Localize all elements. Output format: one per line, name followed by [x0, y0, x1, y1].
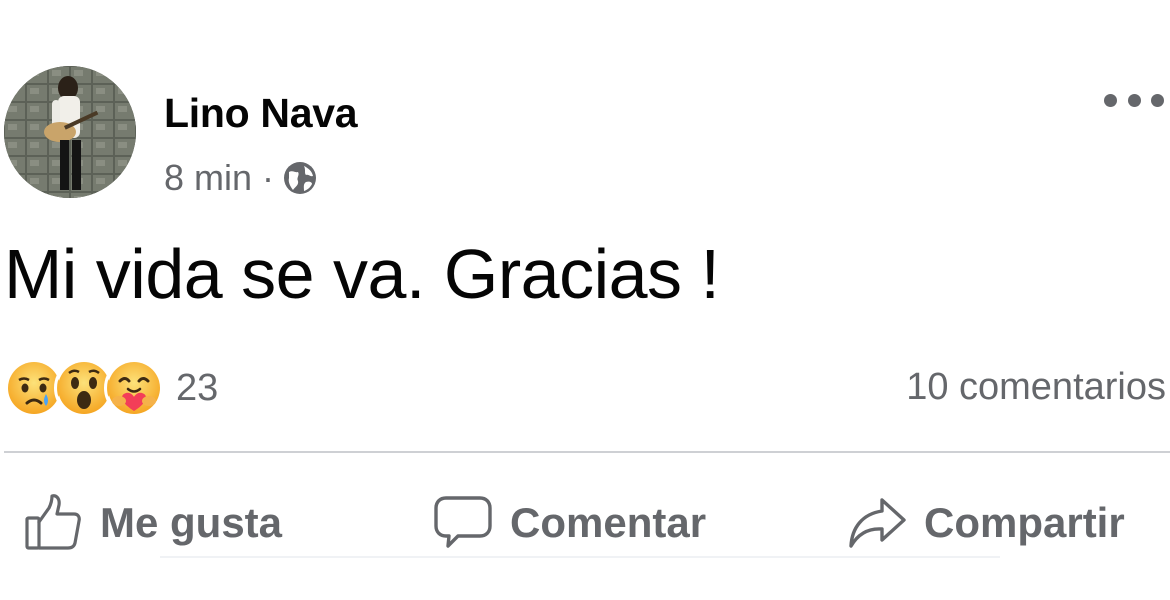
author-name[interactable]: Lino Nava: [164, 90, 358, 137]
facebook-post: Lino Nava 8 min · Mi vida se va. Gracias…: [0, 0, 1170, 600]
thumbs-up-icon: [22, 492, 84, 554]
meta-separator: ·: [262, 157, 275, 198]
share-button[interactable]: Compartir: [846, 488, 1125, 558]
dot-icon: [1151, 93, 1164, 107]
globe-icon[interactable]: [282, 160, 318, 196]
care-reaction-icon: [104, 358, 164, 418]
share-arrow-icon: [846, 492, 908, 554]
comments-count-link[interactable]: 10 comentarios: [906, 366, 1166, 409]
reactions-summary[interactable]: 23: [4, 358, 219, 418]
author-avatar[interactable]: [4, 66, 136, 198]
bottom-divider: [160, 556, 1000, 558]
post-time[interactable]: 8 min: [164, 157, 252, 199]
comment-label: Comentar: [510, 499, 707, 546]
divider: [4, 451, 1170, 453]
speech-bubble-icon: [432, 492, 494, 554]
like-button[interactable]: Me gusta: [22, 488, 282, 558]
comment-button[interactable]: Comentar: [432, 488, 706, 558]
dot-icon: [1127, 93, 1141, 107]
post-meta: 8 min ·: [164, 156, 318, 200]
share-label: Compartir: [924, 499, 1125, 546]
like-label: Me gusta: [100, 499, 283, 546]
dot-icon: [1104, 93, 1117, 107]
post-message: Mi vida se va. Gracias !: [4, 235, 720, 313]
reaction-count: 23: [176, 366, 219, 409]
avatar-image: [4, 66, 136, 198]
action-bar: Me gusta Comentar Compartir: [0, 488, 1170, 558]
more-options-button[interactable]: [1104, 88, 1164, 112]
